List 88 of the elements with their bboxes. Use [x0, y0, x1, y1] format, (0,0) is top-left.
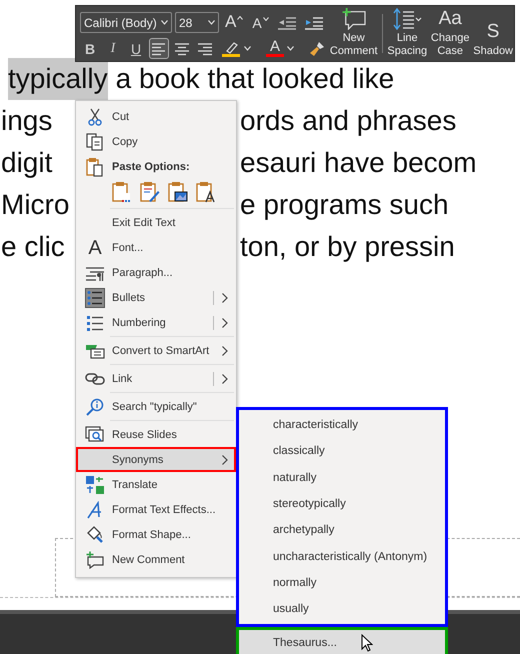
- cursor-icon: [360, 634, 373, 652]
- paste-options-heading: Paste Options:: [112, 160, 191, 172]
- clipboard-icon: [86, 156, 104, 176]
- paragraph-icon: [85, 264, 105, 280]
- slide-text: Micro: [0, 188, 70, 222]
- line-spacing-icon: [392, 8, 422, 30]
- outdent-icon: [278, 16, 296, 30]
- caret-icon: [161, 20, 168, 25]
- slide-text: ords and phrases: [240, 104, 456, 138]
- slide-text: a book that looked like: [116, 62, 394, 96]
- new-comment-button[interactable]: New Comment: [328, 6, 380, 61]
- menu-item[interactable]: classically: [239, 438, 445, 465]
- bold-button[interactable]: B: [80, 38, 100, 59]
- search-icon: [86, 398, 104, 416]
- font-icon: A: [88, 238, 102, 258]
- menu-item[interactable]: Search "typically": [76, 394, 236, 419]
- slide-text: ings: [0, 104, 52, 138]
- align-left-button[interactable]: [149, 38, 169, 59]
- menu-item[interactable]: Reuse Slides: [76, 422, 236, 447]
- numbered-list-icon: [86, 314, 104, 332]
- menu-item[interactable]: normally: [239, 570, 445, 596]
- menu-item[interactable]: New Comment: [76, 547, 236, 572]
- menu-item[interactable]: Numbering: [76, 310, 236, 335]
- menu-item[interactable]: characteristically: [239, 412, 445, 438]
- indent-icon: [304, 16, 323, 30]
- grow-font-button[interactable]: A: [222, 12, 246, 33]
- font-color-button[interactable]: A: [263, 38, 297, 59]
- paste-destination-theme-icon[interactable]: [140, 181, 160, 203]
- smartart-icon: [85, 342, 105, 358]
- menu-item[interactable]: Link: [76, 366, 236, 391]
- reuse-slides-icon: [85, 426, 105, 444]
- slide-text: esauri have becom: [240, 146, 477, 180]
- paste-picture-icon[interactable]: [168, 181, 188, 203]
- underline-button[interactable]: U: [126, 38, 146, 59]
- menu-item[interactable]: stereotypically: [239, 490, 445, 518]
- translate-icon: [85, 474, 105, 494]
- chevron-icon: [222, 346, 228, 356]
- bullets-icon: [85, 288, 105, 308]
- menu-item[interactable]: Bullets: [76, 285, 236, 310]
- scissors-icon: [87, 108, 103, 126]
- link-icon: [85, 372, 105, 386]
- slide-text: digit: [0, 146, 52, 180]
- caret-icon: [287, 46, 294, 51]
- new-comment-icon: [86, 550, 104, 568]
- caret-down-icon: [262, 17, 269, 21]
- menu-item[interactable]: uncharacteristically (Antonym): [239, 543, 445, 570]
- menu-item[interactable]: usually: [239, 596, 445, 622]
- copy-icon: [86, 132, 104, 150]
- selected-text: typically: [8, 58, 108, 100]
- italic-button[interactable]: I: [103, 38, 123, 59]
- paste-text-only-icon[interactable]: [196, 181, 216, 203]
- align-icon: [175, 42, 189, 56]
- paint-bucket-icon: [85, 526, 105, 544]
- menu-item[interactable]: Exit Edit Text: [76, 210, 236, 235]
- shadow-button[interactable]: S Shadow: [472, 6, 514, 61]
- chevron-icon: [222, 318, 228, 328]
- menu-item[interactable]: Synonyms: [76, 447, 236, 472]
- text-effects-icon: [86, 500, 104, 518]
- change-case-button[interactable]: Aa Change Case: [428, 6, 472, 61]
- menu-item[interactable]: Paragraph...: [76, 260, 236, 285]
- menu-item[interactable]: Copy: [76, 129, 236, 154]
- chevron-icon: [222, 374, 228, 384]
- menu-item[interactable]: Cut: [76, 104, 236, 129]
- caret-icon: [244, 46, 251, 51]
- slide-text: e clic: [0, 230, 65, 264]
- menu-item[interactable]: A Font...: [76, 235, 236, 260]
- menu-item[interactable]: Format Text Effects...: [76, 497, 236, 522]
- align-icon: [152, 42, 166, 56]
- slide-text: ton, or by pressin: [240, 230, 455, 264]
- menu-item[interactable]: archetypally: [239, 517, 445, 544]
- caret-icon: [208, 20, 215, 25]
- menu-item[interactable]: Thesaurus...: [236, 627, 448, 654]
- paste-keep-formatting-icon[interactable]: [112, 181, 132, 203]
- align-icon: [198, 42, 212, 56]
- chevron-icon: [222, 454, 228, 464]
- new-comment-icon: [340, 8, 367, 30]
- shrink-font-button[interactable]: A: [249, 12, 272, 33]
- menu-item[interactable]: Translate: [76, 472, 236, 497]
- font-name-combo[interactable]: Calibri (Body): [80, 12, 172, 33]
- line-spacing-button[interactable]: Line Spacing: [386, 6, 428, 61]
- menu-item[interactable]: Format Shape...: [76, 522, 236, 547]
- slide-text: e programs such: [240, 188, 449, 222]
- menu-item[interactable]: Convert to SmartArt: [76, 338, 236, 363]
- chevron-icon: [222, 292, 228, 302]
- font-size-combo[interactable]: 28: [175, 12, 219, 33]
- brush-icon: [309, 40, 325, 56]
- caret-up-icon: [237, 16, 244, 20]
- menu-item[interactable]: naturally: [239, 464, 445, 491]
